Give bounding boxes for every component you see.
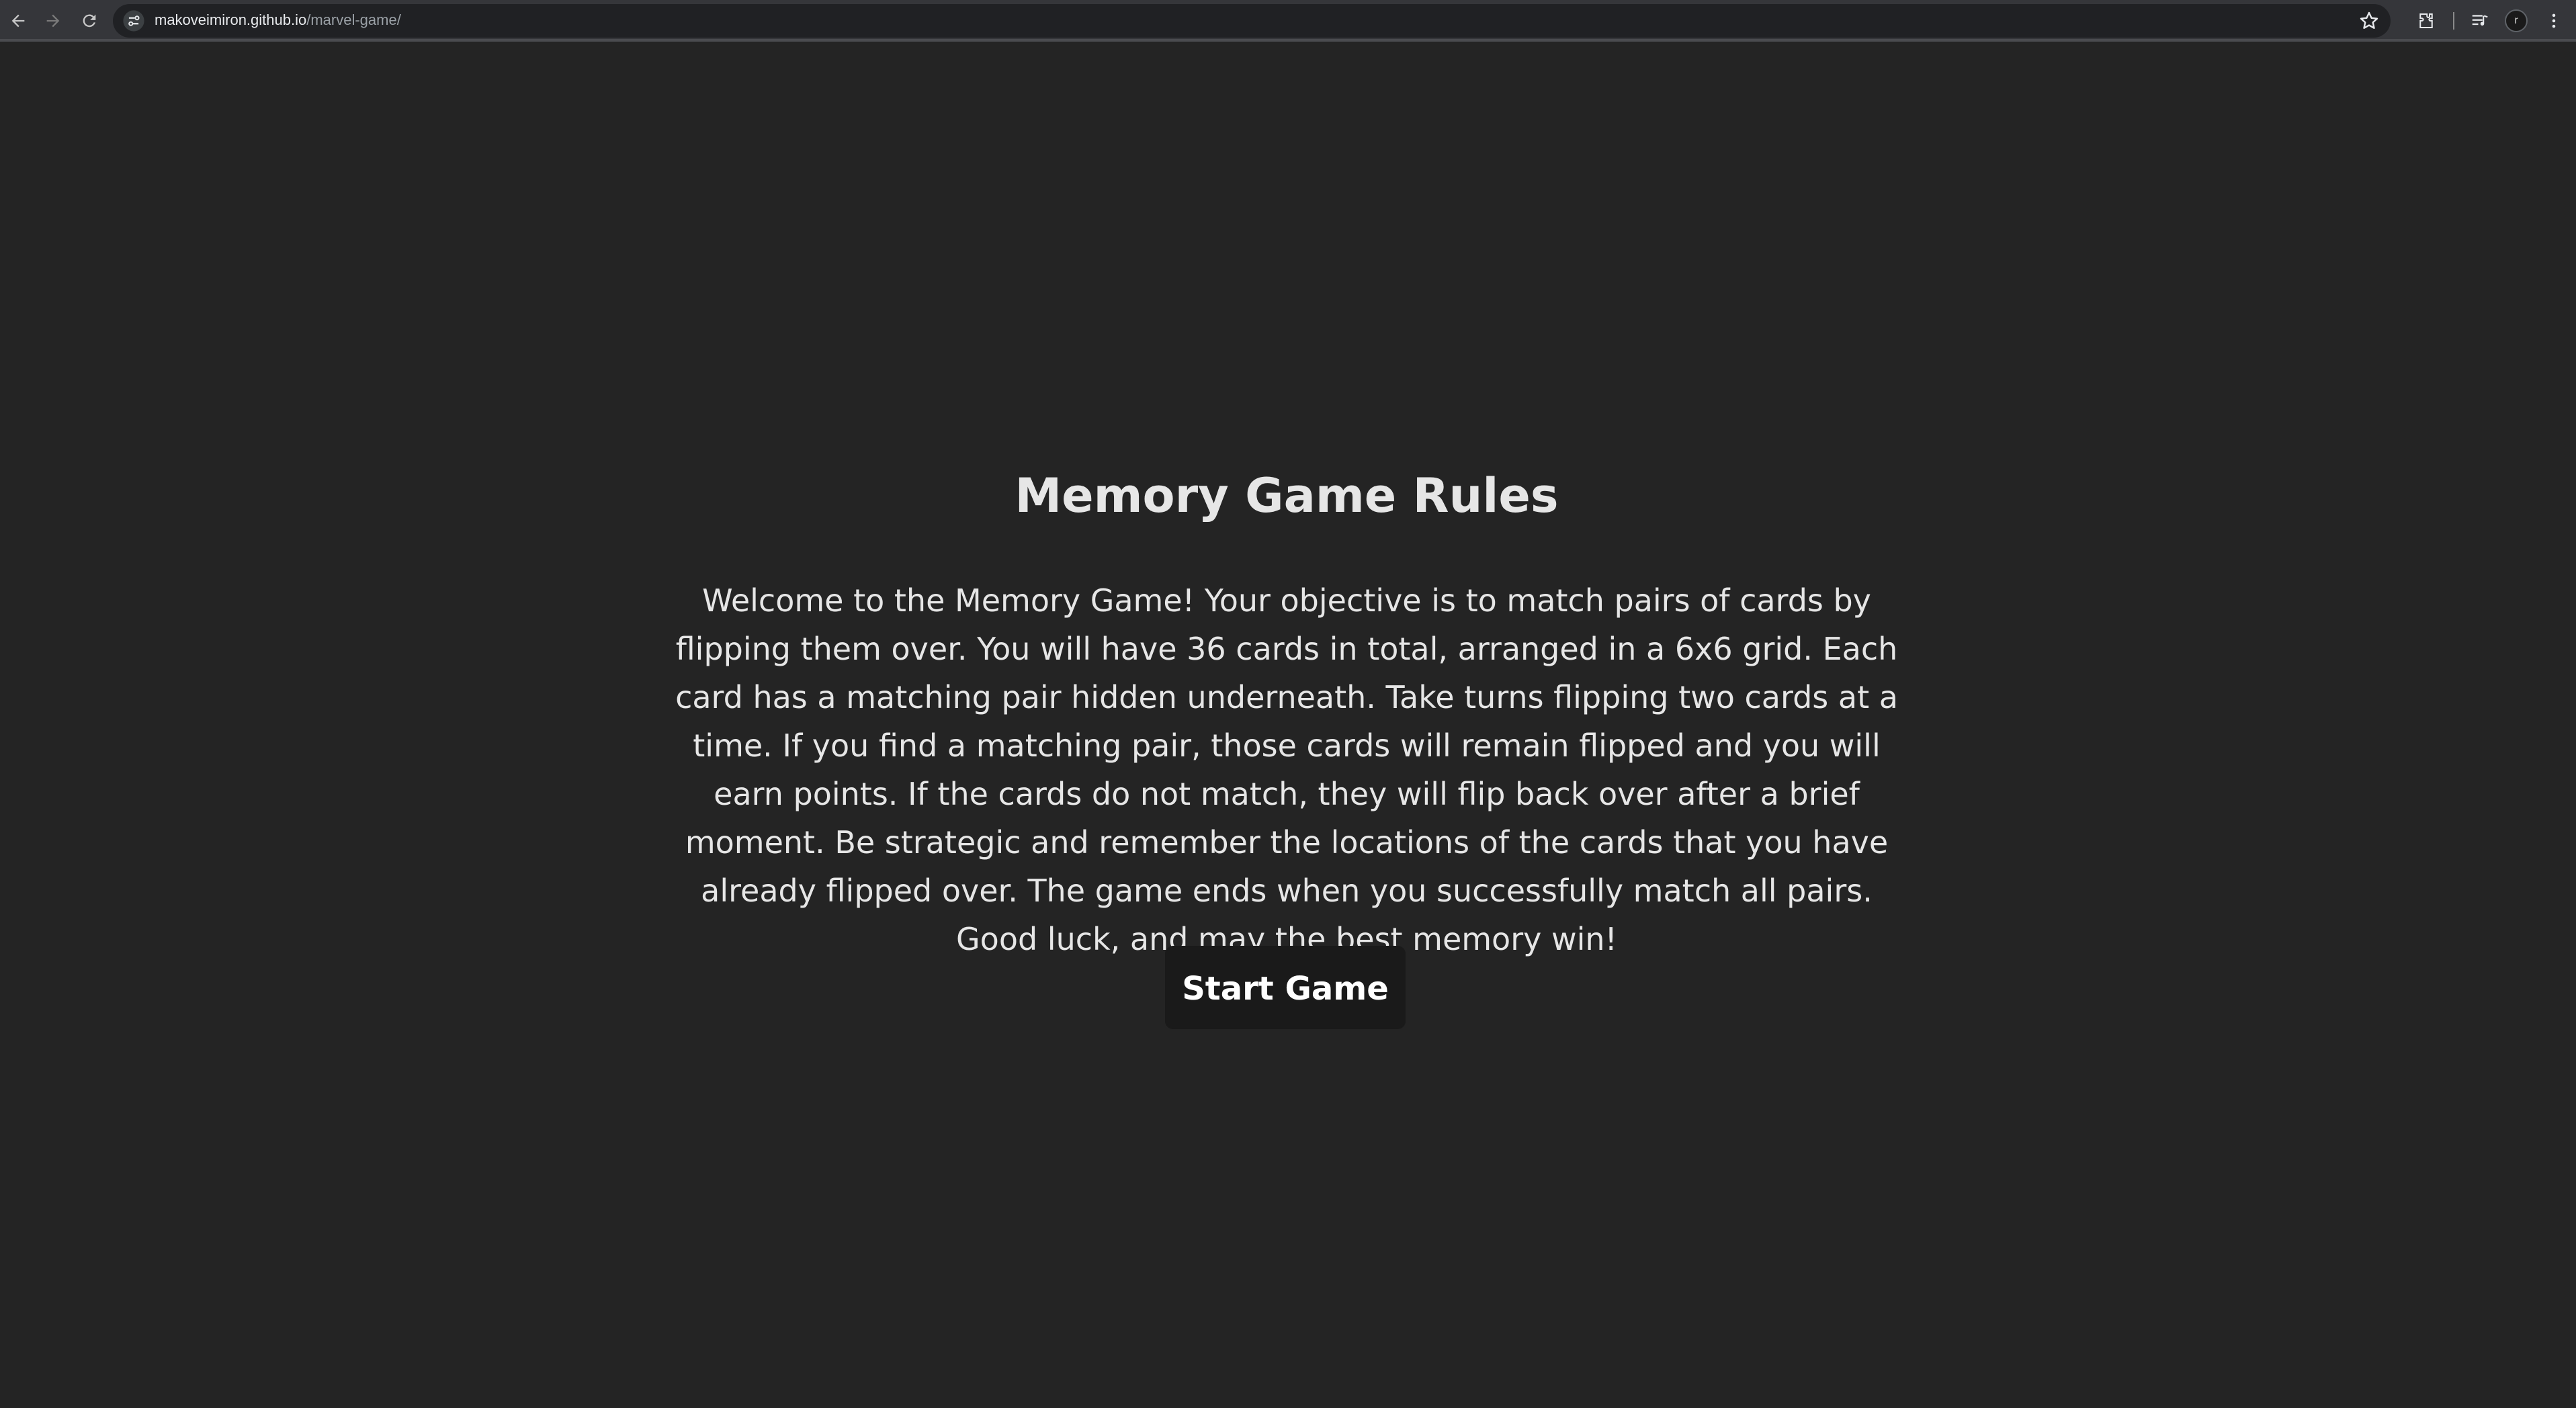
page-content: Memory Game Rules Welcome to the Memory … bbox=[0, 44, 2576, 1408]
profile-avatar[interactable]: r bbox=[2505, 9, 2528, 32]
extensions-button[interactable] bbox=[2412, 7, 2440, 35]
media-icon bbox=[2472, 15, 2488, 26]
back-icon bbox=[11, 14, 25, 28]
rules-text: Welcome to the Memory Game! Your objecti… bbox=[675, 582, 1898, 957]
bookmark-button[interactable] bbox=[2357, 9, 2381, 33]
forward-icon bbox=[46, 14, 60, 28]
toolbar-divider bbox=[2453, 12, 2454, 30]
address-bar[interactable]: makoveimiron.github.io/marvel-game/ bbox=[113, 4, 2391, 38]
reload-icon bbox=[83, 14, 96, 28]
url-host: makoveimiron.github.io bbox=[155, 11, 307, 28]
reload-button[interactable] bbox=[75, 7, 103, 35]
start-game-button[interactable]: Start Game bbox=[1165, 946, 1406, 1029]
menu-icon bbox=[2552, 13, 2556, 28]
browser-menu-button[interactable] bbox=[2540, 7, 2568, 35]
back-button[interactable] bbox=[4, 7, 32, 35]
browser-toolbar: makoveimiron.github.io/marvel-game/ r bbox=[0, 0, 2576, 42]
extensions-icon bbox=[2419, 13, 2433, 28]
media-controls-button[interactable] bbox=[2466, 7, 2494, 35]
forward-button[interactable] bbox=[39, 7, 67, 35]
site-info-icon bbox=[123, 10, 144, 32]
url-path: /marvel-game/ bbox=[306, 11, 401, 28]
page-title: Memory Game Rules bbox=[1015, 468, 1559, 523]
url-text[interactable]: makoveimiron.github.io/marvel-game/ bbox=[155, 11, 401, 29]
site-info-button[interactable] bbox=[122, 9, 145, 32]
star-icon bbox=[2360, 11, 2378, 29]
